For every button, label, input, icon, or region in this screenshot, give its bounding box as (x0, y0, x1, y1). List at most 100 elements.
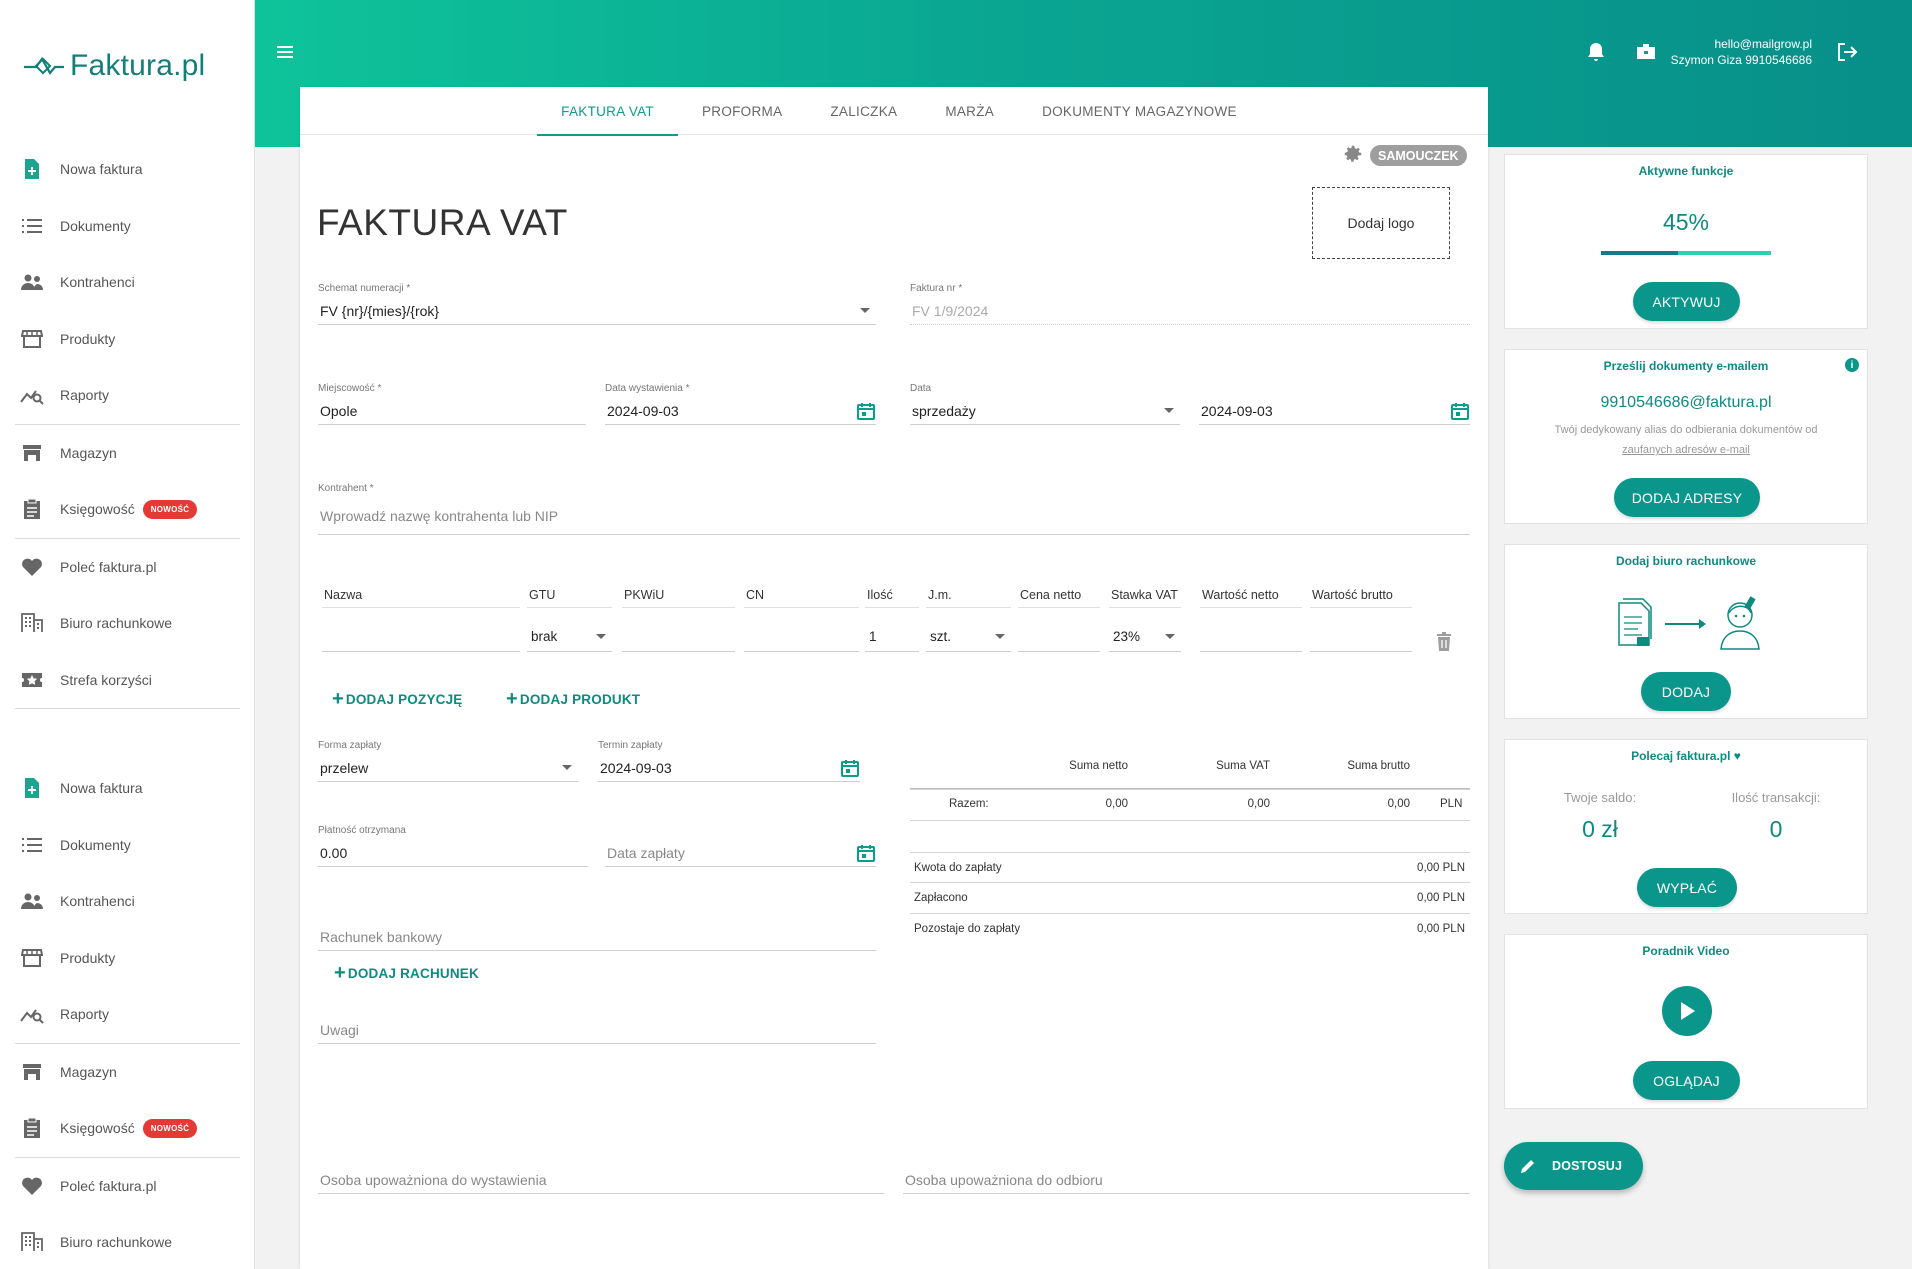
sidebar-item-label: Produkty (60, 330, 116, 347)
payment-due-field[interactable]: Termin zapłaty 2024-09-03 (598, 740, 860, 782)
sidebar-item-poleć-faktura-pl[interactable]: Poleć faktura.pl (15, 1158, 240, 1215)
col-header-name: Nazwa (322, 582, 520, 608)
briefcase-icon[interactable] (1633, 39, 1659, 65)
tab-dokumenty-magazynowe[interactable]: DOKUMENTY MAGAZYNOWE (1018, 87, 1261, 135)
receiver-field[interactable]: Osoba upoważniona do odbioru (903, 1152, 1470, 1194)
issuer-field[interactable]: Osoba upoważniona do wystawienia (318, 1152, 884, 1194)
item-gross-value-input[interactable] (1310, 622, 1412, 652)
arrow-right-icon (1699, 619, 1706, 629)
sidebar-item-label: Kontrahenci (60, 274, 135, 291)
item-net-price-input[interactable] (1018, 622, 1100, 652)
pencil-icon (1521, 1160, 1534, 1173)
paid-label: Zapłacono (914, 892, 968, 904)
item-gtu-select[interactable]: brak (527, 622, 612, 652)
item-qty-input[interactable]: 1 (865, 622, 919, 652)
item-pkwiu-input[interactable] (622, 622, 735, 652)
people-icon (19, 888, 45, 914)
withdraw-button[interactable]: WYPŁAĆ (1637, 868, 1737, 907)
sidebar-item-biuro-rachunkowe[interactable]: Biuro rachunkowe (15, 595, 240, 652)
add-position-button[interactable]: + DODAJ POZYCJĘ (332, 688, 463, 711)
tab-faktura-vat[interactable]: FAKTURA VAT (537, 87, 678, 136)
sidebar-item-magazyn[interactable]: Magazyn (15, 1044, 240, 1101)
city-field[interactable]: Miejscowość * Opole (318, 383, 586, 425)
info-icon[interactable]: i (1845, 358, 1859, 372)
add-office-button[interactable]: DODAJ (1641, 672, 1731, 711)
tab-zaliczka[interactable]: ZALICZKA (806, 87, 921, 135)
tutorial-chip[interactable]: SAMOUCZEK (1370, 145, 1467, 166)
add-product-button[interactable]: + DODAJ PRODUKT (506, 688, 640, 711)
sidebar-item-kontrahenci[interactable]: Kontrahenci (15, 873, 240, 930)
add-logo-button[interactable]: Dodaj logo (1312, 187, 1450, 259)
calendar-icon[interactable] (856, 843, 876, 863)
item-name-input[interactable] (322, 622, 520, 652)
documents-icon (1615, 597, 1655, 649)
logout-icon[interactable] (1834, 39, 1860, 65)
menu-icon[interactable] (273, 40, 297, 64)
invoice-number-field[interactable]: Faktura nr * FV 1/9/2024 (910, 283, 1470, 325)
sale-date-field[interactable]: 2024-09-03 (1199, 383, 1470, 425)
sidebar-item-raporty[interactable]: Raporty (15, 986, 240, 1043)
chart-search-icon (19, 382, 45, 408)
payment-form-select[interactable]: Forma zapłaty przelew (318, 740, 578, 782)
sidebar-item-label: Raporty (60, 387, 110, 404)
settings-gear-icon[interactable] (1342, 143, 1364, 165)
sidebar-item-magazyn[interactable]: Magazyn (15, 425, 240, 482)
sidebar-item-strefa-korzyści[interactable]: Strefa korzyści (15, 652, 240, 709)
tab-proforma[interactable]: PROFORMA (678, 87, 806, 135)
tab-marza[interactable]: MARŻA (921, 87, 1018, 135)
clipboard-icon (19, 496, 45, 522)
calendar-icon[interactable] (856, 401, 876, 421)
summary-header-vat: Suma VAT (1216, 760, 1270, 772)
bank-account-field[interactable]: Rachunek bankowy (318, 909, 876, 951)
sidebar-item-produkty[interactable]: Produkty (15, 930, 240, 987)
file-plus-icon (19, 775, 45, 801)
trash-icon[interactable] (1435, 632, 1453, 652)
item-net-value-input[interactable] (1200, 622, 1302, 652)
widget-title: Poradnik Video (1642, 944, 1730, 958)
col-header-qty: Ilość (865, 582, 919, 608)
payment-received-field[interactable]: Płatność otrzymana 0.00 (318, 825, 588, 867)
sidebar-item-poleć-faktura-pl[interactable]: Poleć faktura.pl (15, 539, 240, 596)
sidebar-item-label: Raporty (60, 1006, 110, 1023)
item-cn-input[interactable] (744, 622, 859, 652)
issue-date-field[interactable]: Data wystawienia * 2024-09-03 (605, 383, 876, 425)
add-addresses-button[interactable]: DODAJ ADRESY (1614, 478, 1760, 517)
sidebar-item-raporty[interactable]: Raporty (15, 367, 240, 424)
date-type-select[interactable]: Data sprzedaży (910, 383, 1180, 425)
logo[interactable]: Faktura.pl (22, 46, 205, 86)
sidebar-item-dokumenty[interactable]: Dokumenty (15, 817, 240, 874)
building-icon (19, 610, 45, 636)
trusted-addresses-link[interactable]: zaufanych adresów e-mail (1505, 444, 1867, 456)
summary-currency: PLN (1440, 798, 1463, 810)
recommend-widget: Polecaj faktura.pl ♥ Twoje saldo: 0 zł I… (1504, 739, 1868, 914)
calendar-icon[interactable] (840, 758, 860, 778)
sidebar-item-księgowość[interactable]: Księgowość NOWOŚĆ (15, 481, 240, 538)
sidebar-item-dokumenty[interactable]: Dokumenty (15, 198, 240, 255)
header-actions: hello@mailgrow.pl Szymon Giza 9910546686 (1583, 30, 1912, 74)
notes-field[interactable]: Uwagi (318, 1002, 876, 1044)
play-icon[interactable] (1662, 986, 1712, 1036)
watch-button[interactable]: OGLĄDAJ (1633, 1061, 1740, 1100)
contractor-field[interactable]: Kontrahent * Wprowadź nazwę kontrahenta … (318, 483, 1470, 535)
customize-button[interactable]: DOSTOSUJ (1504, 1142, 1643, 1190)
item-vat-select[interactable]: 23% (1109, 622, 1181, 652)
sidebar-item-nowa-faktura[interactable]: Nowa faktura (15, 141, 240, 198)
sidebar-item-biuro-rachunkowe[interactable]: Biuro rachunkowe (15, 1214, 240, 1269)
activate-button[interactable]: AKTYWUJ (1633, 282, 1740, 321)
payment-date-field[interactable]: Data zapłaty (605, 825, 876, 867)
calendar-icon[interactable] (1450, 401, 1470, 421)
sidebar-item-label: Strefa korzyści (60, 671, 152, 688)
building-icon (19, 1229, 45, 1255)
sidebar-item-produkty[interactable]: Produkty (15, 311, 240, 368)
user-info[interactable]: hello@mailgrow.pl Szymon Giza 9910546686 (1671, 36, 1812, 68)
user-email: hello@mailgrow.pl (1714, 37, 1812, 51)
numbering-scheme-field[interactable]: Schemat numeracji * FV {nr}/{mies}/{rok} (318, 283, 876, 325)
sidebar-item-księgowość[interactable]: Księgowość NOWOŚĆ (15, 1100, 240, 1157)
store-icon (19, 326, 45, 352)
add-account-button[interactable]: + DODAJ RACHUNEK (334, 962, 479, 985)
bell-icon[interactable] (1583, 39, 1609, 65)
sidebar-item-nowa-faktura[interactable]: Nowa faktura (15, 760, 240, 817)
sidebar-item-kontrahenci[interactable]: Kontrahenci (15, 254, 240, 311)
progress-track (1601, 251, 1771, 255)
item-unit-select[interactable]: szt. (926, 622, 1011, 652)
